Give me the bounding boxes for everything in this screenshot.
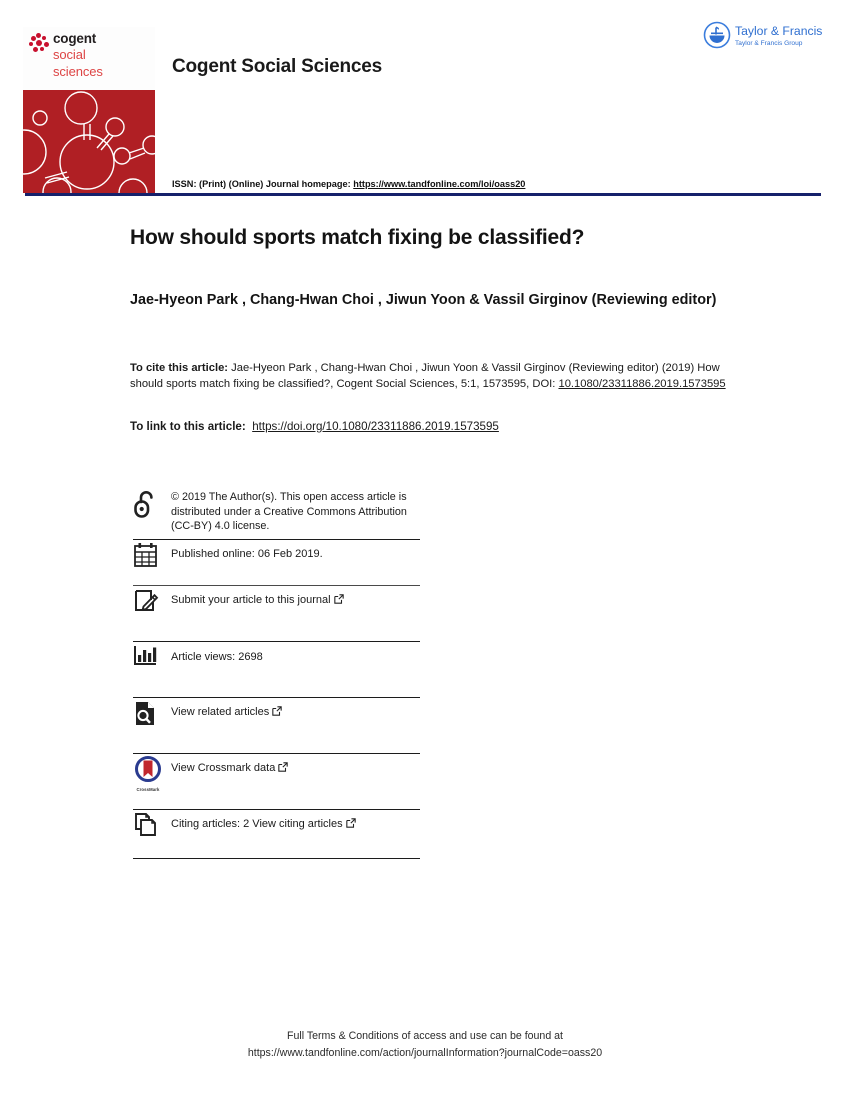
document-search-icon xyxy=(133,698,171,728)
svg-text:Taylor & Francis: Taylor & Francis xyxy=(735,24,822,38)
external-link-icon xyxy=(278,762,289,772)
crossmark-icon: CrossMark xyxy=(133,754,171,792)
article-metadata-rows: © 2019 The Author(s). This open access a… xyxy=(133,487,423,859)
cover-logo-subtitle-2: sciences xyxy=(53,64,103,79)
cover-logo-word: cogent xyxy=(53,31,97,46)
article-title: How should sports match fixing be classi… xyxy=(130,226,585,249)
masthead: cogent social sciences Cogent Social Sci… xyxy=(0,0,850,205)
published-online-text: Published online: 06 Feb 2019. xyxy=(171,548,323,560)
citing-articles-row[interactable]: Citing articles: 2 View citing articles xyxy=(133,810,423,858)
article-views-row: Article views: 2698 xyxy=(133,642,423,697)
cite-doi-link[interactable]: 10.1080/23311886.2019.1573595 xyxy=(558,378,725,390)
footer: Full Terms & Conditions of access and us… xyxy=(0,1028,850,1062)
cover-logo-subtitle-1: social xyxy=(53,47,86,62)
bar-chart-icon xyxy=(133,642,171,668)
external-link-icon xyxy=(345,818,356,828)
view-crossmark-label: View Crossmark data xyxy=(171,762,276,774)
submit-article-row[interactable]: Submit your article to this journal xyxy=(133,586,423,641)
view-crossmark-row[interactable]: CrossMark View Crossmark data xyxy=(133,754,423,809)
footer-line-2[interactable]: https://www.tandfonline.com/action/journ… xyxy=(0,1045,850,1062)
citing-articles-text: Citing articles: 2 View citing articles xyxy=(171,810,356,832)
article-authors: Jae-Hyeon Park , Chang-Hwan Choi , Jiwun… xyxy=(130,292,717,308)
cover-artwork xyxy=(23,90,155,193)
view-related-articles-text: View related articles xyxy=(171,698,282,720)
journal-title: Cogent Social Sciences xyxy=(172,56,382,77)
article-views-text: Article views: 2698 xyxy=(171,651,263,663)
cover-logo-area: cogent social sciences xyxy=(23,27,155,90)
view-related-articles-row[interactable]: View related articles xyxy=(133,698,423,753)
pencil-square-icon xyxy=(133,586,171,614)
cogent-asterisk-icon xyxy=(29,33,49,53)
external-link-icon xyxy=(272,706,282,716)
citing-articles-label: Citing articles: 2 View citing articles xyxy=(171,818,343,830)
calendar-icon xyxy=(133,540,171,570)
published-online-row: Published online: 06 Feb 2019. xyxy=(133,540,423,585)
view-related-articles-label: View related articles xyxy=(171,706,270,718)
issn-prefix-text: ISSN: (Print) (Online) Journal homepage: xyxy=(172,179,354,189)
footer-line-1: Full Terms & Conditions of access and us… xyxy=(287,1030,563,1042)
submit-article-text: Submit your article to this journal xyxy=(171,586,344,608)
journal-homepage-link[interactable]: https://www.tandfonline.com/loi/oass20 xyxy=(353,179,525,189)
taylor-francis-logo: Taylor & Francis Taylor & Francis Group xyxy=(703,20,825,54)
issn-homepage-line: ISSN: (Print) (Online) Journal homepage:… xyxy=(172,179,525,189)
open-access-text: © 2019 The Author(s). This open access a… xyxy=(171,491,407,532)
masthead-divider xyxy=(25,193,821,196)
journal-cover-image: cogent social sciences xyxy=(23,27,155,193)
open-access-row: © 2019 The Author(s). This open access a… xyxy=(133,487,423,539)
svg-text:Taylor & Francis Group: Taylor & Francis Group xyxy=(735,40,803,47)
view-crossmark-text: View Crossmark data xyxy=(171,754,289,776)
open-access-unlock-icon xyxy=(133,487,171,519)
crossmark-label: CrossMark xyxy=(136,787,160,792)
link-to-this-article: To link to this article: https://doi.org… xyxy=(130,420,730,433)
stacked-documents-icon xyxy=(133,810,171,838)
row-divider xyxy=(133,858,420,859)
cite-this-article: To cite this article: Jae-Hyeon Park , C… xyxy=(130,361,730,392)
cite-label: To cite this article: xyxy=(130,362,229,374)
external-link-icon xyxy=(333,594,344,604)
link-label: To link to this article: xyxy=(130,420,246,433)
article-doi-url[interactable]: https://doi.org/10.1080/23311886.2019.15… xyxy=(252,420,499,433)
submit-article-label: Submit your article to this journal xyxy=(171,594,331,606)
